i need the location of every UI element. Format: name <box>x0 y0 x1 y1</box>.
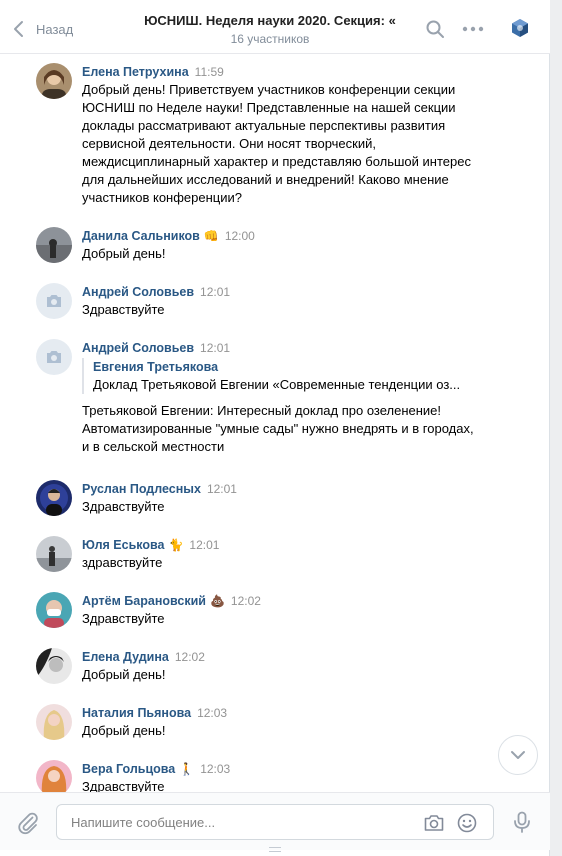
author-name[interactable]: Юля Еськова <box>82 538 164 552</box>
author-name[interactable]: Андрей Соловьев <box>82 341 194 355</box>
avatar[interactable] <box>36 592 72 628</box>
message-composer <box>0 792 550 850</box>
search-button[interactable] <box>424 18 446 40</box>
message-body: Вера Гольцова 🚶 12:03 Здравствуйте <box>82 760 482 792</box>
message-text: Добрый день! <box>82 723 166 738</box>
microphone-icon <box>514 811 530 833</box>
message-time[interactable]: 12:00 <box>225 229 255 243</box>
message-time[interactable]: 12:02 <box>231 594 261 608</box>
message-body: Наталия Пьянова 12:03 Добрый день! <box>82 704 482 740</box>
smile-icon <box>457 813 477 833</box>
attach-button[interactable] <box>16 811 40 835</box>
message: Наталия Пьянова 12:03 Добрый день! <box>36 704 506 744</box>
message: Андрей Соловьев 12:01 Евгения Третьякова… <box>36 339 506 459</box>
message-body: Елена Петрухина 11:59 Добрый день! Приве… <box>82 63 482 207</box>
avatar[interactable] <box>36 227 72 263</box>
message-text: Добрый день! <box>82 246 166 261</box>
resize-grip[interactable] <box>269 847 281 852</box>
author-name[interactable]: Руслан Подлесных <box>82 482 201 496</box>
avatar[interactable] <box>36 63 72 99</box>
author-name[interactable]: Данила Сальников <box>82 229 200 243</box>
chat-window: Назад ЮСНИШ. Неделя науки 2020. Секция: … <box>0 0 550 856</box>
search-icon <box>426 20 444 38</box>
message-input[interactable] <box>57 805 407 839</box>
message-text: Третьяковой Евгении: Интересный доклад п… <box>82 403 474 454</box>
message: Данила Сальников 👊 12:00 Добрый день! <box>36 227 506 267</box>
avatar[interactable] <box>36 536 72 572</box>
camera-icon <box>424 815 444 831</box>
back-label: Назад <box>36 21 74 37</box>
camera-button[interactable] <box>423 812 445 834</box>
message: Елена Петрухина 11:59 Добрый день! Приве… <box>36 63 506 213</box>
voice-message-button[interactable] <box>510 810 534 834</box>
chat-title-block[interactable]: ЮСНИШ. Неделя науки 2020. Секция: « 16 у… <box>120 13 420 46</box>
message-time[interactable]: 12:03 <box>200 762 230 776</box>
avatar[interactable] <box>36 283 72 319</box>
author-name[interactable]: Артём Барановский <box>82 594 206 608</box>
message-body: Андрей Соловьев 12:01 Евгения Третьякова… <box>82 339 482 456</box>
message-time[interactable]: 12:01 <box>200 341 230 355</box>
chevron-down-icon <box>511 751 525 759</box>
author-name[interactable]: Андрей Соловьев <box>82 285 194 299</box>
message-feed[interactable]: Елена Петрухина 11:59 Добрый день! Приве… <box>0 55 550 792</box>
message-body: Андрей Соловьев 12:01 Здравствуйте <box>82 283 482 319</box>
author-emoji: 🚶 <box>179 762 195 776</box>
message-body: Данила Сальников 👊 12:00 Добрый день! <box>82 227 482 263</box>
author-name[interactable]: Елена Петрухина <box>82 65 189 79</box>
more-horizontal-icon <box>462 26 484 32</box>
message-input-box <box>56 804 494 840</box>
message: Артём Барановский 💩 12:02 Здравствуйте <box>36 592 506 632</box>
message-body: Елена Дудина 12:02 Добрый день! <box>82 648 482 684</box>
message-text: Добрый день! <box>82 667 166 682</box>
author-name[interactable]: Наталия Пьянова <box>82 706 191 720</box>
message-text: здравствуйте <box>82 555 163 570</box>
message-time[interactable]: 12:03 <box>197 706 227 720</box>
chat-avatar[interactable] <box>509 17 531 39</box>
scroll-down-button[interactable] <box>498 735 538 775</box>
message-time[interactable]: 12:01 <box>189 538 219 552</box>
more-button[interactable] <box>462 18 484 40</box>
quoted-author[interactable]: Евгения Третьякова <box>93 358 482 376</box>
chat-header: Назад ЮСНИШ. Неделя науки 2020. Секция: … <box>0 0 550 54</box>
message-text: Здравствуйте <box>82 779 165 792</box>
message: Руслан Подлесных 12:01 Здравствуйте <box>36 480 506 520</box>
message-body: Руслан Подлесных 12:01 Здравствуйте <box>82 480 482 516</box>
chat-title: ЮСНИШ. Неделя науки 2020. Секция: « <box>144 13 396 28</box>
cube-logo-icon <box>512 19 528 37</box>
message: Елена Дудина 12:02 Добрый день! <box>36 648 506 688</box>
author-name[interactable]: Елена Дудина <box>82 650 169 664</box>
paperclip-icon <box>18 812 38 835</box>
message: Юля Еськова 🐈 12:01 здравствуйте <box>36 536 506 576</box>
camera-icon <box>47 295 61 307</box>
message: Андрей Соловьев 12:01 Здравствуйте <box>36 283 506 323</box>
message-text: Здравствуйте <box>82 499 165 514</box>
back-button[interactable]: Назад <box>12 18 73 40</box>
participants-count: 16 участников <box>230 32 310 46</box>
avatar[interactable] <box>36 760 72 792</box>
author-emoji: 💩 <box>209 594 225 608</box>
forwarded-message[interactable]: Евгения Третьякова Доклад Третьяковой Ев… <box>82 358 482 394</box>
quoted-text: Доклад Третьяковой Евгении «Современные … <box>93 377 461 392</box>
message-time[interactable]: 11:59 <box>195 65 224 79</box>
message: Вера Гольцова 🚶 12:03 Здравствуйте <box>36 760 506 792</box>
avatar[interactable] <box>36 704 72 740</box>
author-name[interactable]: Вера Гольцова <box>82 762 175 776</box>
message-text: Добрый день! Приветствуем участников кон… <box>82 82 471 205</box>
chevron-left-icon <box>14 21 23 37</box>
message-time[interactable]: 12:02 <box>175 650 205 664</box>
avatar[interactable] <box>36 339 72 375</box>
message-time[interactable]: 12:01 <box>200 285 230 299</box>
message-body: Юля Еськова 🐈 12:01 здравствуйте <box>82 536 482 572</box>
avatar[interactable] <box>36 648 72 684</box>
emoji-button[interactable] <box>456 812 478 834</box>
message-body: Артём Барановский 💩 12:02 Здравствуйте <box>82 592 482 628</box>
avatar[interactable] <box>36 480 72 516</box>
message-text: Здравствуйте <box>82 611 165 626</box>
message-text: Здравствуйте <box>82 302 165 317</box>
author-emoji: 🐈 <box>168 538 184 552</box>
author-emoji: 👊 <box>203 229 219 243</box>
message-time[interactable]: 12:01 <box>207 482 237 496</box>
camera-icon <box>47 351 61 363</box>
